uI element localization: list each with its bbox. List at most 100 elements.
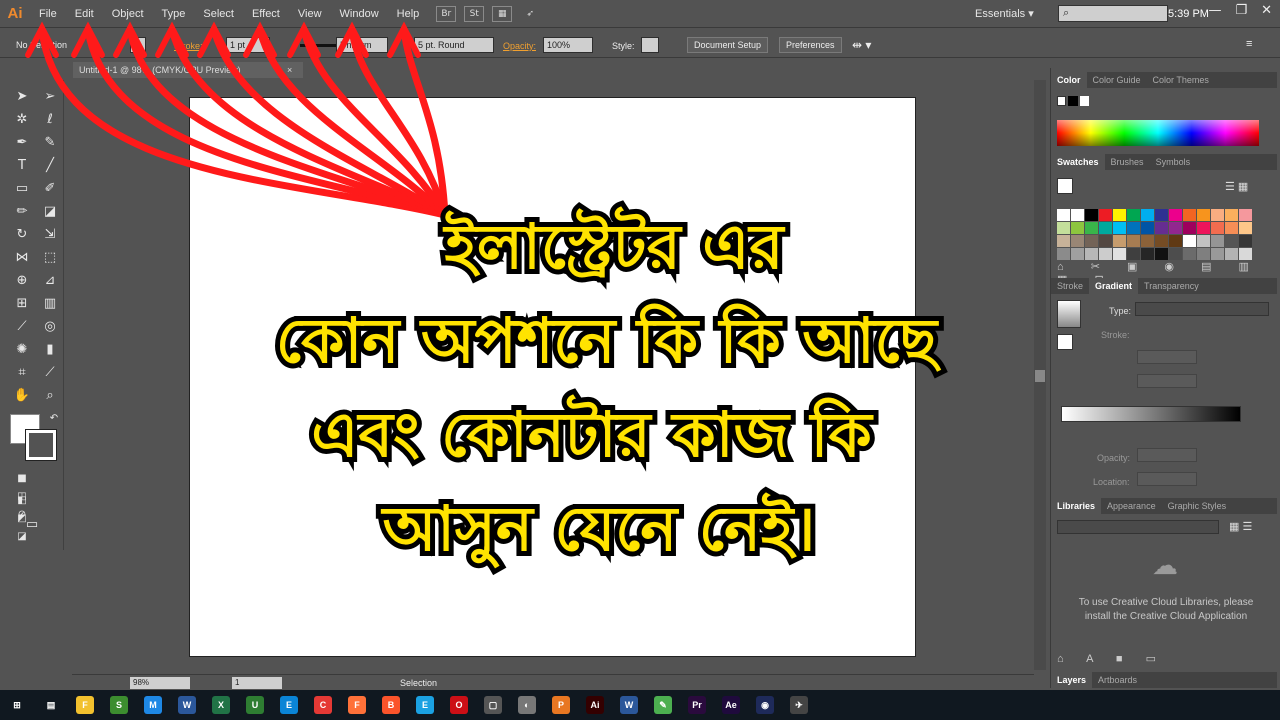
swatch-cell[interactable] [1155,209,1168,221]
taskbar-app-icon[interactable]: E [408,690,442,720]
draw-mode-icon[interactable]: ◧ ◩ ◪ [12,492,32,542]
slice-tool-icon[interactable]: ⟋ [40,364,60,382]
rotate-tool-icon[interactable]: ↻ [12,226,32,244]
gradient-type-dropdown[interactable] [1135,302,1269,316]
taskbar-app-icon[interactable]: X [204,690,238,720]
swatch-cell[interactable] [1183,209,1196,221]
curvature-tool-icon[interactable]: ✎ [40,134,60,152]
swatch-cell[interactable] [1071,235,1084,247]
swatch-cell[interactable] [1071,248,1084,260]
swatch-cell[interactable] [1211,248,1224,260]
blend-tool-icon[interactable]: ◎ [40,318,60,336]
none-swatch[interactable] [1057,96,1067,106]
swatch-cell[interactable] [1155,222,1168,234]
taskbar-app-icon[interactable]: P [544,690,578,720]
hand-tool-icon[interactable]: ✋ [12,387,32,405]
swatch-cell[interactable] [1183,222,1196,234]
stock-icon[interactable]: St [464,5,485,22]
shape-builder-tool-icon[interactable]: ⊕ [12,272,32,290]
swatch-cell[interactable] [1085,222,1098,234]
swatch-cell[interactable] [1127,235,1140,247]
stroke-weight-field[interactable]: 1 pt [226,37,270,53]
menu-file[interactable]: File [30,0,66,28]
gradient-slider[interactable] [1061,406,1241,422]
taskbar-app-icon[interactable]: ▤ [34,690,68,720]
screen-mode-icon[interactable]: ▭ [22,516,42,534]
taskbar-app-icon[interactable]: ✎ [646,690,680,720]
column-graph-tool-icon[interactable]: ▮ [40,341,60,359]
swatch-cell[interactable] [1057,222,1070,234]
artboard-tool-icon[interactable]: ⌗ [12,364,32,382]
swatch-cell[interactable] [1141,209,1154,221]
fill-color-dropdown[interactable] [130,37,146,53]
swatch-cell[interactable] [1225,248,1238,260]
swatch-cell[interactable] [1197,222,1210,234]
tab-artboards[interactable]: Artboards [1092,672,1143,688]
direct-selection-tool-icon[interactable]: ➢ [40,88,60,106]
swatch-cell[interactable] [1099,248,1112,260]
swatch-cell[interactable] [1099,222,1112,234]
close-tab-icon[interactable]: × [287,62,292,78]
swatch-cell[interactable] [1211,222,1224,234]
panel-menu-icon[interactable]: ≡ [1246,38,1252,50]
tab-swatches[interactable]: Swatches [1051,154,1105,170]
help-search-input[interactable]: ⌕ [1058,5,1168,22]
swatch-cell[interactable] [1183,248,1196,260]
swatch-cell[interactable] [1141,248,1154,260]
taskbar-app-icon[interactable]: O [442,690,476,720]
swatch-cell[interactable] [1057,235,1070,247]
zoom-tool-icon[interactable]: ⌕ [40,387,60,405]
stroke-label[interactable]: Stroke: [174,41,203,51]
swatch-grid[interactable] [1057,209,1253,260]
tab-layers[interactable]: Layers [1051,672,1093,688]
taskbar-app-icon[interactable]: ◐ [510,690,544,720]
rectangle-tool-icon[interactable]: ▭ [12,180,32,198]
taskbar-app-icon[interactable]: W [612,690,646,720]
menu-object[interactable]: Object [103,0,153,28]
gradient-aspect-field[interactable] [1137,374,1197,388]
swatch-cell[interactable] [1057,209,1070,221]
restore-button[interactable]: ❐ [1235,3,1247,18]
swatch-cell[interactable] [1197,209,1210,221]
swap-colors-icon[interactable]: ↶ [44,410,64,428]
swatch-cell[interactable] [1099,209,1112,221]
taskbar-app-icon[interactable]: Pr [680,690,714,720]
swatch-cell[interactable] [1127,209,1140,221]
tab-color[interactable]: Color [1051,72,1087,88]
taskbar-app-icon[interactable]: E [272,690,306,720]
align-icon[interactable]: ⇹ ▾ [852,38,871,52]
menu-view[interactable]: View [289,0,331,28]
swatch-cell[interactable] [1183,235,1196,247]
color-mode-icon[interactable]: ■ ◫ ⊘ [12,470,32,520]
bridge-icon[interactable]: Br [436,5,457,22]
menu-help[interactable]: Help [388,0,429,28]
gradient-angle-field[interactable] [1137,350,1197,364]
paintbrush-tool-icon[interactable]: ✐ [40,180,60,198]
opacity-field[interactable]: 100% [543,37,593,53]
menu-type[interactable]: Type [153,0,195,28]
gradient-opacity-field[interactable] [1137,448,1197,462]
swatch-cell[interactable] [1239,235,1252,247]
swatch-cell[interactable] [1239,222,1252,234]
line-tool-icon[interactable]: ╱ [40,157,60,175]
style-dropdown[interactable] [641,37,659,53]
swatch-cell[interactable] [1071,222,1084,234]
taskbar-app-icon[interactable]: U [238,690,272,720]
workspace-switcher[interactable]: Essentials ▾ [975,7,1034,20]
swatch-cell[interactable] [1127,248,1140,260]
taskbar-app-icon[interactable]: Ae [714,690,748,720]
preferences-button[interactable]: Preferences [779,37,842,53]
swatch-cell[interactable] [1169,235,1182,247]
swatch-cell[interactable] [1113,248,1126,260]
swatch-cell[interactable] [1085,248,1098,260]
eraser-tool-icon[interactable]: ◪ [40,203,60,221]
tab-brushes[interactable]: Brushes [1105,154,1150,170]
scale-tool-icon[interactable]: ⇲ [40,226,60,244]
taskbar-app-icon[interactable]: F [340,690,374,720]
magic-wand-tool-icon[interactable]: ✲ [12,111,32,129]
swatch-cell[interactable] [1141,222,1154,234]
type-tool-icon[interactable]: T [12,157,32,175]
swatch-cell[interactable] [1239,248,1252,260]
tab-transparency[interactable]: Transparency [1138,278,1205,294]
swatch-cell[interactable] [1211,235,1224,247]
